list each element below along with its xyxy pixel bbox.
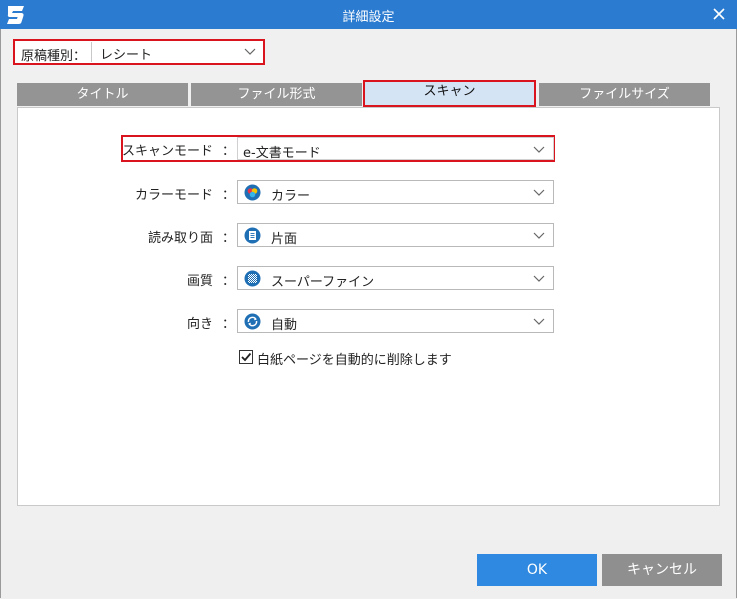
- orientation-colon: ：: [222, 317, 236, 332]
- close-icon[interactable]: [707, 2, 731, 26]
- sides-colon: ：: [222, 231, 236, 246]
- scan-mode-select[interactable]: e-文書モード: [237, 137, 554, 161]
- quality-label: 画質: [186, 274, 213, 289]
- scan-mode-colon: ：: [222, 144, 236, 159]
- scan-mode-value: e-文書モード: [243, 146, 321, 161]
- color-mode-select[interactable]: カラー: [237, 180, 554, 204]
- chevron-down-icon: [244, 48, 256, 55]
- single-side-icon: [244, 227, 261, 244]
- color-mode-icon: [244, 184, 261, 201]
- orientation-label: 向き: [186, 317, 213, 332]
- chevron-down-icon: [533, 275, 545, 282]
- ok-button[interactable]: OK: [477, 554, 597, 586]
- sides-select[interactable]: 片面: [237, 223, 554, 247]
- tab-scan[interactable]: スキャン: [363, 80, 536, 107]
- checkmark-icon: [241, 352, 252, 362]
- doc-type-value: レシート: [100, 48, 153, 63]
- auto-rotate-icon: [244, 313, 261, 330]
- chevron-down-icon: [533, 318, 545, 325]
- tab-title[interactable]: タイトル: [17, 83, 188, 106]
- doc-type-select[interactable]: レシート: [91, 42, 262, 63]
- chevron-down-icon: [533, 146, 545, 153]
- tab-file-format[interactable]: ファイル形式: [191, 83, 362, 106]
- blank-page-label[interactable]: 白紙ページを自動的に削除します: [257, 349, 452, 368]
- orientation-value: 自動: [271, 318, 298, 333]
- color-mode-value: カラー: [271, 189, 311, 204]
- quality-value: スーパーファイン: [271, 275, 375, 290]
- scan-mode-label: スキャンモード: [121, 144, 213, 159]
- orientation-select[interactable]: 自動: [237, 309, 554, 333]
- cancel-button[interactable]: キャンセル: [602, 554, 722, 586]
- quality-colon: ：: [222, 274, 236, 289]
- chevron-down-icon: [533, 189, 545, 196]
- tab-file-size[interactable]: ファイルサイズ: [539, 83, 710, 106]
- doc-type-group: 原稿種別： レシート: [13, 39, 265, 65]
- sides-label: 読み取り面: [147, 231, 213, 246]
- chevron-down-icon: [533, 232, 545, 239]
- window-title: 詳細設定: [342, 10, 395, 25]
- quality-icon: [244, 270, 261, 287]
- color-mode-colon: ：: [222, 188, 236, 203]
- title-bar: 詳細設定: [0, 0, 737, 29]
- color-mode-label: カラーモード: [134, 188, 213, 203]
- quality-select[interactable]: スーパーファイン: [237, 266, 554, 290]
- blank-page-checkbox[interactable]: [239, 350, 253, 364]
- scan-settings-panel: [17, 107, 720, 506]
- sides-value: 片面: [271, 232, 298, 247]
- tab-bar: タイトル ファイル形式 スキャン ファイルサイズ: [17, 80, 717, 107]
- doc-type-label: 原稿種別：: [21, 49, 87, 64]
